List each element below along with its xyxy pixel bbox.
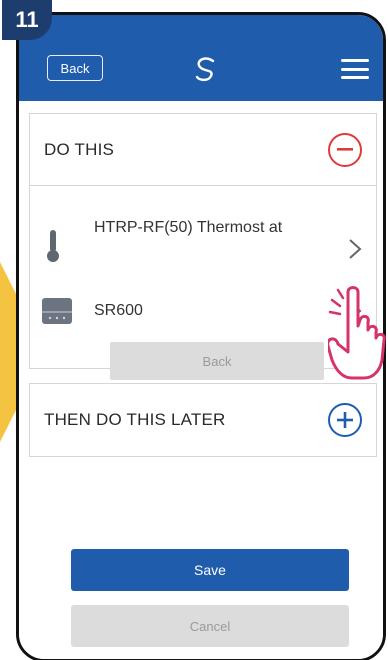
thermostat-label: HTRP-RF(50) Thermost at bbox=[94, 219, 283, 236]
do-this-header: DO THIS bbox=[30, 114, 376, 186]
header-back-button[interactable]: Back bbox=[47, 55, 103, 81]
do-this-card: DO THIS HTRP-RF(50) Thermost at SR600 Ba… bbox=[29, 113, 377, 380]
step-number-badge: 11 bbox=[2, 0, 52, 40]
tap-hand-pointer-icon bbox=[328, 286, 386, 380]
header-back-label: Back bbox=[60, 60, 90, 76]
do-this-title: DO THIS bbox=[44, 139, 115, 159]
cancel-label: Cancel bbox=[189, 618, 231, 634]
save-label: Save bbox=[194, 562, 226, 578]
cancel-button[interactable]: Cancel bbox=[71, 605, 349, 647]
minus-circle-icon[interactable] bbox=[328, 132, 362, 167]
smart-relay-icon bbox=[42, 298, 72, 324]
card-back-button[interactable]: Back bbox=[110, 342, 324, 380]
then-do-this-later-card[interactable]: THEN DO THIS LATER bbox=[29, 383, 377, 457]
salus-logo-icon bbox=[195, 57, 215, 82]
card-back-label: Back bbox=[202, 353, 232, 369]
plus-circle-icon[interactable] bbox=[328, 403, 362, 437]
app-header: Back bbox=[19, 15, 383, 101]
sr600-label: SR600 bbox=[94, 302, 143, 319]
step-number: 11 bbox=[15, 7, 39, 32]
device-row-sr600[interactable]: SR600 bbox=[30, 294, 376, 328]
hamburger-menu-icon[interactable] bbox=[341, 59, 369, 79]
device-row-thermostat[interactable]: HTRP-RF(50) Thermost at bbox=[30, 214, 376, 284]
chevron-right-icon bbox=[349, 239, 362, 259]
save-button[interactable]: Save bbox=[71, 549, 349, 591]
thermometer-icon bbox=[47, 230, 59, 262]
then-later-header: THEN DO THIS LATER bbox=[30, 384, 376, 456]
then-later-title: THEN DO THIS LATER bbox=[44, 410, 226, 429]
